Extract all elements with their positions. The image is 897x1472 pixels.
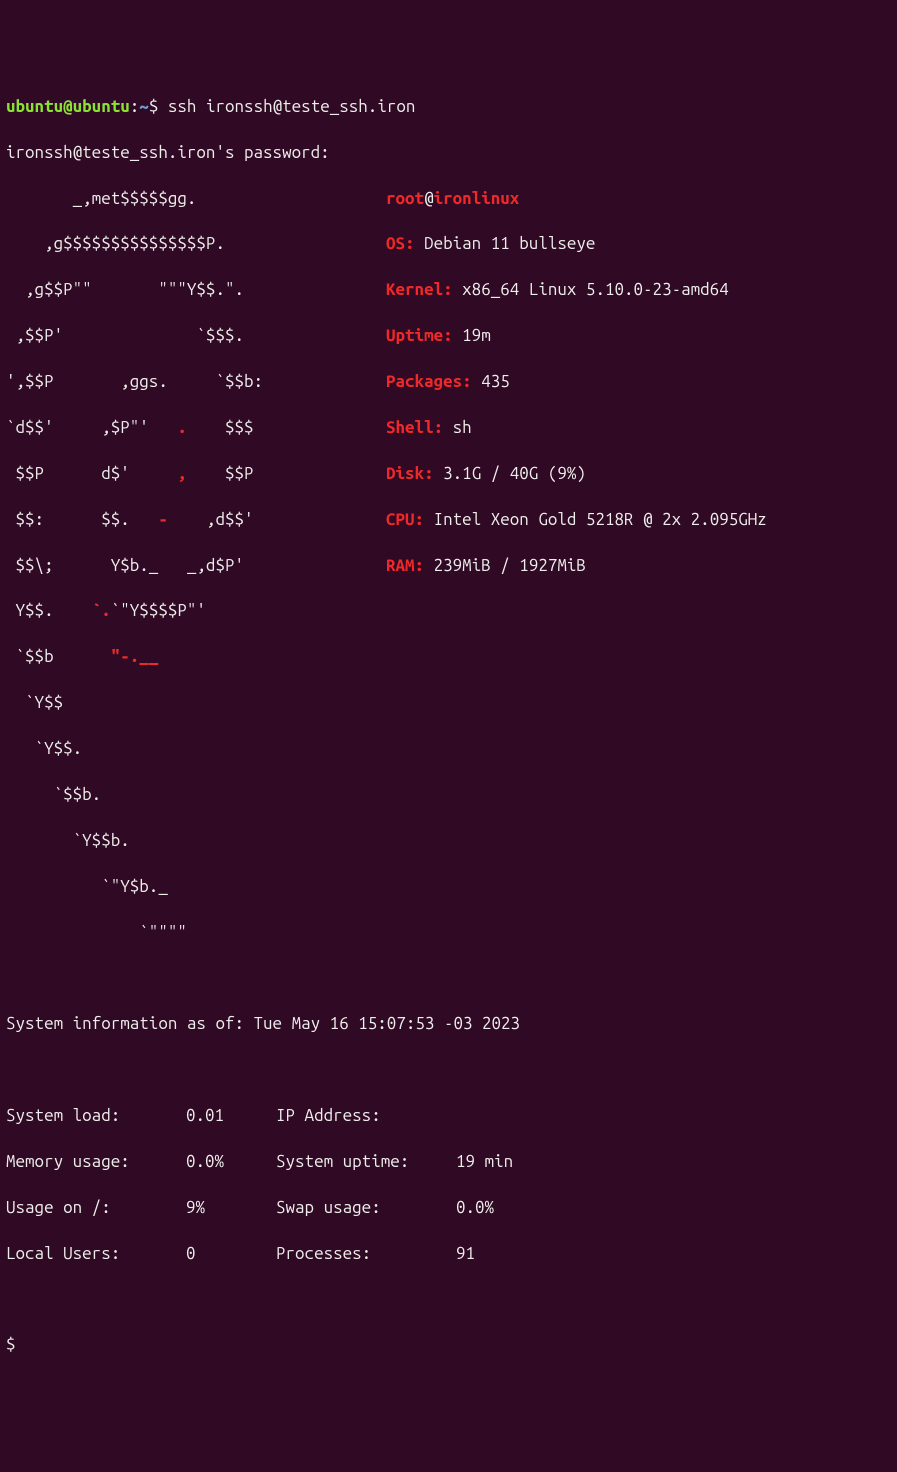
uptime-value: 19m <box>453 326 491 345</box>
processes-value: 91 <box>456 1243 475 1266</box>
packages-value: 435 <box>472 372 510 391</box>
prompt-colon: : <box>130 97 140 116</box>
shell-prompt[interactable]: ubuntu@ubuntu:~$ ssh ironssh@teste_ssh.i… <box>6 96 891 119</box>
sysinfo-row: System load:0.01IP Address: <box>6 1105 891 1128</box>
ascii-art-row: `d$$' ,$P"' . $$$ <box>6 417 386 440</box>
sysuptime-label: System uptime: <box>276 1151 456 1174</box>
ascii-art-row: `$$b "-.__ <box>6 646 386 669</box>
ascii-art-row: Y$$. `.`"Y$$$$P"' <box>6 600 386 623</box>
kernel-label: Kernel: <box>386 280 453 299</box>
prompt-dollar: $ <box>149 97 159 116</box>
os-value: Debian 11 bullseye <box>415 234 596 253</box>
uptime-label: Uptime: <box>386 326 453 345</box>
processes-label: Processes: <box>276 1243 456 1266</box>
sysload-label: System load: <box>6 1105 186 1128</box>
prompt-path: ~ <box>139 97 149 116</box>
ascii-art-row: $$P d$' , $$P <box>6 463 386 486</box>
os-label: OS: <box>386 234 415 253</box>
ascii-art-row: ,g$$$$$$$$$$$$$$$P. <box>6 233 386 256</box>
ascii-art-row: $$: $$. - ,d$$' <box>6 509 386 532</box>
neofetch-user: root <box>386 189 424 208</box>
memusage-value: 0.0% <box>186 1151 276 1174</box>
ascii-art-row: `"""" <box>6 922 386 945</box>
prompt-user: ubuntu@ubuntu <box>6 97 130 116</box>
command-text: ssh ironssh@teste_ssh.iron <box>168 97 416 116</box>
disk-label: Disk: <box>386 464 434 483</box>
ascii-art-row: `Y$$ <box>6 692 386 715</box>
cpu-label: CPU: <box>386 510 424 529</box>
sysinfo-row: Memory usage:0.0%System uptime:19 min <box>6 1151 891 1174</box>
sysinfo-header: System information as of: Tue May 16 15:… <box>6 1013 891 1036</box>
memusage-label: Memory usage: <box>6 1151 186 1174</box>
ascii-art-row: $$\; Y$b._ _,d$P' <box>6 555 386 578</box>
sysinfo-row: Local Users:0Processes:91 <box>6 1243 891 1266</box>
kernel-value: x86_64 Linux 5.10.0-23-amd64 <box>453 280 729 299</box>
ip-label: IP Address: <box>276 1105 456 1128</box>
neofetch-at: @ <box>424 189 434 208</box>
diskusage-value: 9% <box>186 1197 276 1220</box>
ascii-art-row: ,$$P' `$$$. <box>6 325 386 348</box>
shell-label: Shell: <box>386 418 443 437</box>
ascii-art-row: _,met$$$$$gg. <box>6 188 386 211</box>
sysload-value: 0.01 <box>186 1105 276 1128</box>
packages-label: Packages: <box>386 372 472 391</box>
ram-label: RAM: <box>386 556 424 575</box>
ascii-art-row: `"Y$b._ <box>6 876 386 899</box>
shell-value: sh <box>443 418 472 437</box>
diskusage-label: Usage on /: <box>6 1197 186 1220</box>
swap-label: Swap usage: <box>276 1197 456 1220</box>
ascii-art-row: `$$b. <box>6 784 386 807</box>
neofetch-host: ironlinux <box>434 189 520 208</box>
users-label: Local Users: <box>6 1243 186 1266</box>
ascii-art-row: ',$$P ,ggs. `$$b: <box>6 371 386 394</box>
cpu-value: Intel Xeon Gold 5218R @ 2x 2.095GHz <box>424 510 767 529</box>
swap-value: 0.0% <box>456 1197 494 1220</box>
ascii-art-row: `Y$$b. <box>6 830 386 853</box>
password-prompt: ironssh@teste_ssh.iron's password: <box>6 142 891 165</box>
ascii-art-row: `Y$$. <box>6 738 386 761</box>
disk-value: 3.1G / 40G (9%) <box>434 464 586 483</box>
ascii-art-row: ,g$$P"" """Y$$.". <box>6 279 386 302</box>
sysinfo-row: Usage on /:9%Swap usage:0.0% <box>6 1197 891 1220</box>
sysuptime-value: 19 min <box>456 1151 513 1174</box>
ram-value: 239MiB / 1927MiB <box>424 556 586 575</box>
remote-prompt[interactable]: $ <box>6 1334 891 1357</box>
users-value: 0 <box>186 1243 276 1266</box>
